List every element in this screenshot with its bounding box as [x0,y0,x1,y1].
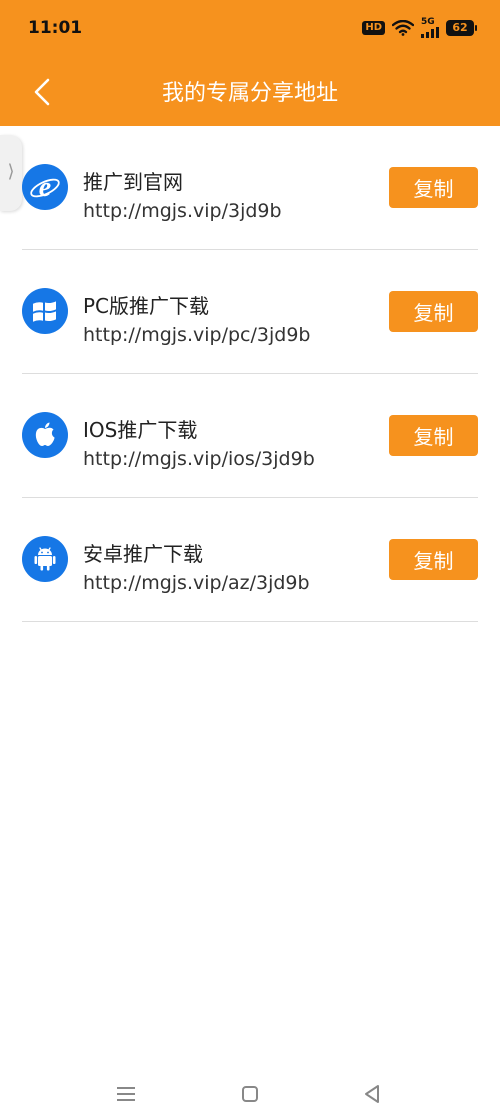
status-icons: HD 5G 62 [362,18,477,38]
status-time: 11:01 [28,18,83,38]
hd-badge: HD [362,21,385,35]
copy-button[interactable]: 复制 [389,291,478,332]
wifi-icon [392,20,414,36]
signal-group: 5G [421,18,439,38]
menu-button[interactable] [106,1074,146,1114]
share-link-list: e 推广到官网 http://mgjs.vip/3jd9b 复制 PC版推广下载… [22,126,478,622]
item-title: PC版推广下载 [83,294,210,318]
item-url: http://mgjs.vip/3jd9b [83,200,282,222]
item-title: 推广到官网 [83,170,183,194]
chevron-right-icon: ⟩ [7,161,15,182]
item-title: 安卓推广下载 [83,542,203,566]
side-drawer-handle[interactable]: ⟩ [0,135,22,211]
home-square-icon [242,1086,258,1102]
item-url: http://mgjs.vip/az/3jd9b [83,572,310,594]
signal-icon [421,27,439,38]
list-item: IOS推广下载 http://mgjs.vip/ios/3jd9b 复制 [22,374,478,498]
nav-back-button[interactable] [352,1074,392,1114]
item-title: IOS推广下载 [83,418,198,442]
app-header: 11:01 HD 5G 62 我的专属分享地址 [0,0,500,126]
network-type: 5G [421,17,435,27]
apple-icon [22,412,68,458]
item-url: http://mgjs.vip/pc/3jd9b [83,324,311,346]
item-url: http://mgjs.vip/ios/3jd9b [83,448,315,470]
internet-explorer-icon: e [22,164,68,210]
menu-icon [117,1087,135,1101]
android-icon [22,536,68,582]
back-triangle-icon [365,1085,379,1103]
list-item: PC版推广下载 http://mgjs.vip/pc/3jd9b 复制 [22,250,478,374]
page-title: 我的专属分享地址 [161,81,338,106]
home-button[interactable] [230,1074,270,1114]
copy-button[interactable]: 复制 [389,415,478,456]
windows-icon [22,288,68,334]
copy-button[interactable]: 复制 [389,539,478,580]
system-nav-bar [0,1066,500,1116]
svg-text:e: e [39,172,51,203]
list-item: 安卓推广下载 http://mgjs.vip/az/3jd9b 复制 [22,498,478,622]
battery-icon: 62 [446,20,477,36]
copy-button[interactable]: 复制 [389,167,478,208]
list-item: e 推广到官网 http://mgjs.vip/3jd9b 复制 [22,126,478,250]
